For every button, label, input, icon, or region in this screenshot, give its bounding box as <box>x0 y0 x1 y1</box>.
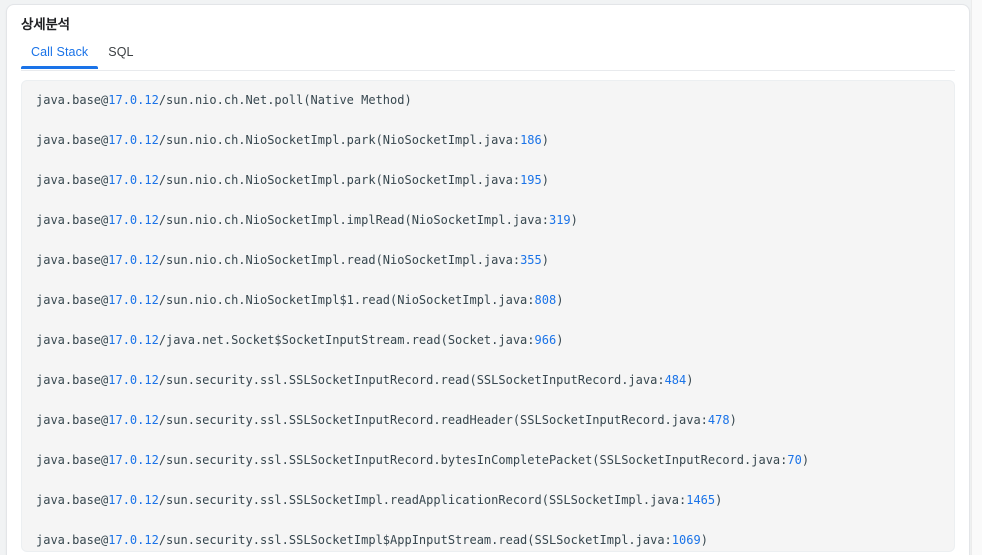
tab-call-stack[interactable]: Call Stack <box>21 43 99 69</box>
frame-jvm-version: 17.0.12 <box>108 493 159 507</box>
tab-bar: Call Stack SQL <box>7 43 969 71</box>
frame-module-prefix: java.base@ <box>36 133 109 147</box>
tab-sql-label: SQL <box>108 45 134 59</box>
frame-method: /sun.security.ssl.SSLSocketImpl$AppInput… <box>158 533 672 547</box>
frame-line-number: 966 <box>534 333 557 347</box>
frame-line-number: 195 <box>520 173 542 187</box>
frame-suffix: ) <box>570 213 578 227</box>
frame-jvm-version: 17.0.12 <box>108 253 159 267</box>
frame-module-prefix: java.base@ <box>36 413 109 427</box>
page-title: 상세분석 <box>21 17 70 32</box>
frame-jvm-version: 17.0.12 <box>108 413 159 427</box>
frame-jvm-version: 17.0.12 <box>108 213 159 227</box>
frame-suffix: ) <box>541 173 549 187</box>
frame-line-number: 1465 <box>686 493 716 507</box>
frame-line-number: 355 <box>520 253 542 267</box>
frame-module-prefix: java.base@ <box>36 493 109 507</box>
call-stack-panel[interactable]: java.base@17.0.12/sun.nio.ch.Net.poll(Na… <box>21 80 955 552</box>
frame-module-prefix: java.base@ <box>36 333 109 347</box>
frame-jvm-version: 17.0.12 <box>108 533 159 547</box>
frame-line-number: 808 <box>534 293 557 307</box>
call-stack-text: java.base@17.0.12/sun.nio.ch.Net.poll(Na… <box>22 81 954 551</box>
frame-line-number: 1069 <box>671 533 701 547</box>
frame-suffix: ) <box>729 413 737 427</box>
frame-suffix: ) <box>556 293 564 307</box>
frame-suffix: ) <box>556 333 564 347</box>
frame-line-number: 484 <box>664 373 687 387</box>
frame-suffix: ) <box>715 493 723 507</box>
call-stack-frame: java.base@17.0.12/sun.security.ssl.SSLSo… <box>36 490 940 510</box>
call-stack-frame: java.base@17.0.12/sun.security.ssl.SSLSo… <box>36 530 940 550</box>
call-stack-frame: java.base@17.0.12/sun.nio.ch.NioSocketIm… <box>36 170 940 190</box>
frame-method: /sun.security.ssl.SSLSocketImpl.readAppl… <box>158 493 687 507</box>
frame-jvm-version: 17.0.12 <box>108 173 159 187</box>
frame-method: /sun.nio.ch.Net.poll(Native Method) <box>158 93 412 107</box>
frame-line-number: 319 <box>548 213 571 227</box>
frame-method: /sun.nio.ch.NioSocketImpl.park(NioSocket… <box>158 173 521 187</box>
call-stack-frame: java.base@17.0.12/sun.nio.ch.NioSocketIm… <box>36 130 940 150</box>
frame-line-number: 186 <box>520 133 542 147</box>
frame-method: /sun.security.ssl.SSLSocketInputRecord.r… <box>158 413 708 427</box>
frame-method: /sun.security.ssl.SSLSocketInputRecord.b… <box>158 453 788 467</box>
frame-suffix: ) <box>686 373 694 387</box>
frame-module-prefix: java.base@ <box>36 93 109 107</box>
frame-jvm-version: 17.0.12 <box>108 333 159 347</box>
frame-suffix: ) <box>801 453 810 467</box>
tab-call-stack-label: Call Stack <box>31 45 89 59</box>
frame-method: /sun.nio.ch.NioSocketImpl.park(NioSocket… <box>158 133 521 147</box>
frame-suffix: ) <box>700 533 708 547</box>
frame-method: /sun.nio.ch.NioSocketImpl.read(NioSocket… <box>158 253 521 267</box>
frame-line-number: 70 <box>787 453 802 467</box>
frame-module-prefix: java.base@ <box>36 173 109 187</box>
frame-module-prefix: java.base@ <box>36 293 109 307</box>
detail-analysis-card: 상세분석 Call Stack SQL java.base@17.0.12/su… <box>6 4 970 555</box>
frame-line-number: 478 <box>707 413 730 427</box>
call-stack-frame: java.base@17.0.12/sun.security.ssl.SSLSo… <box>36 410 940 430</box>
frame-method: /java.net.Socket$SocketInputStream.read(… <box>158 333 535 347</box>
frame-jvm-version: 17.0.12 <box>108 133 159 147</box>
call-stack-frame: java.base@17.0.12/sun.nio.ch.NioSocketIm… <box>36 290 940 310</box>
call-stack-frame: java.base@17.0.12/sun.nio.ch.Net.poll(Na… <box>36 90 940 110</box>
frame-module-prefix: java.base@ <box>36 213 109 227</box>
call-stack-frame: java.base@17.0.12/sun.security.ssl.SSLSo… <box>36 370 940 390</box>
tab-sql[interactable]: SQL <box>98 43 143 69</box>
frame-suffix: ) <box>541 133 549 147</box>
frame-jvm-version: 17.0.12 <box>108 373 159 387</box>
frame-jvm-version: 17.0.12 <box>108 93 159 107</box>
call-stack-frame: java.base@17.0.12/sun.nio.ch.NioSocketIm… <box>36 250 940 270</box>
frame-suffix: ) <box>541 253 549 267</box>
frame-method: /sun.security.ssl.SSLSocketInputRecord.r… <box>158 373 665 387</box>
frame-module-prefix: java.base@ <box>36 453 109 467</box>
frame-method: /sun.nio.ch.NioSocketImpl$1.read(NioSock… <box>158 293 535 307</box>
frame-module-prefix: java.base@ <box>36 253 109 267</box>
frame-module-prefix: java.base@ <box>36 373 109 387</box>
detail-analysis-page: 상세분석 Call Stack SQL java.base@17.0.12/su… <box>0 0 982 555</box>
call-stack-frame: java.base@17.0.12/java.net.Socket$Socket… <box>36 330 940 350</box>
frame-jvm-version: 17.0.12 <box>108 453 159 467</box>
call-stack-frame: java.base@17.0.12/sun.nio.ch.NioSocketIm… <box>36 210 940 230</box>
frame-method: /sun.nio.ch.NioSocketImpl.implRead(NioSo… <box>158 213 549 227</box>
frame-jvm-version: 17.0.12 <box>108 293 159 307</box>
frame-module-prefix: java.base@ <box>36 533 109 547</box>
page-scrollbar[interactable] <box>971 0 982 555</box>
call-stack-frame: java.base@17.0.12/sun.security.ssl.SSLSo… <box>36 450 940 470</box>
